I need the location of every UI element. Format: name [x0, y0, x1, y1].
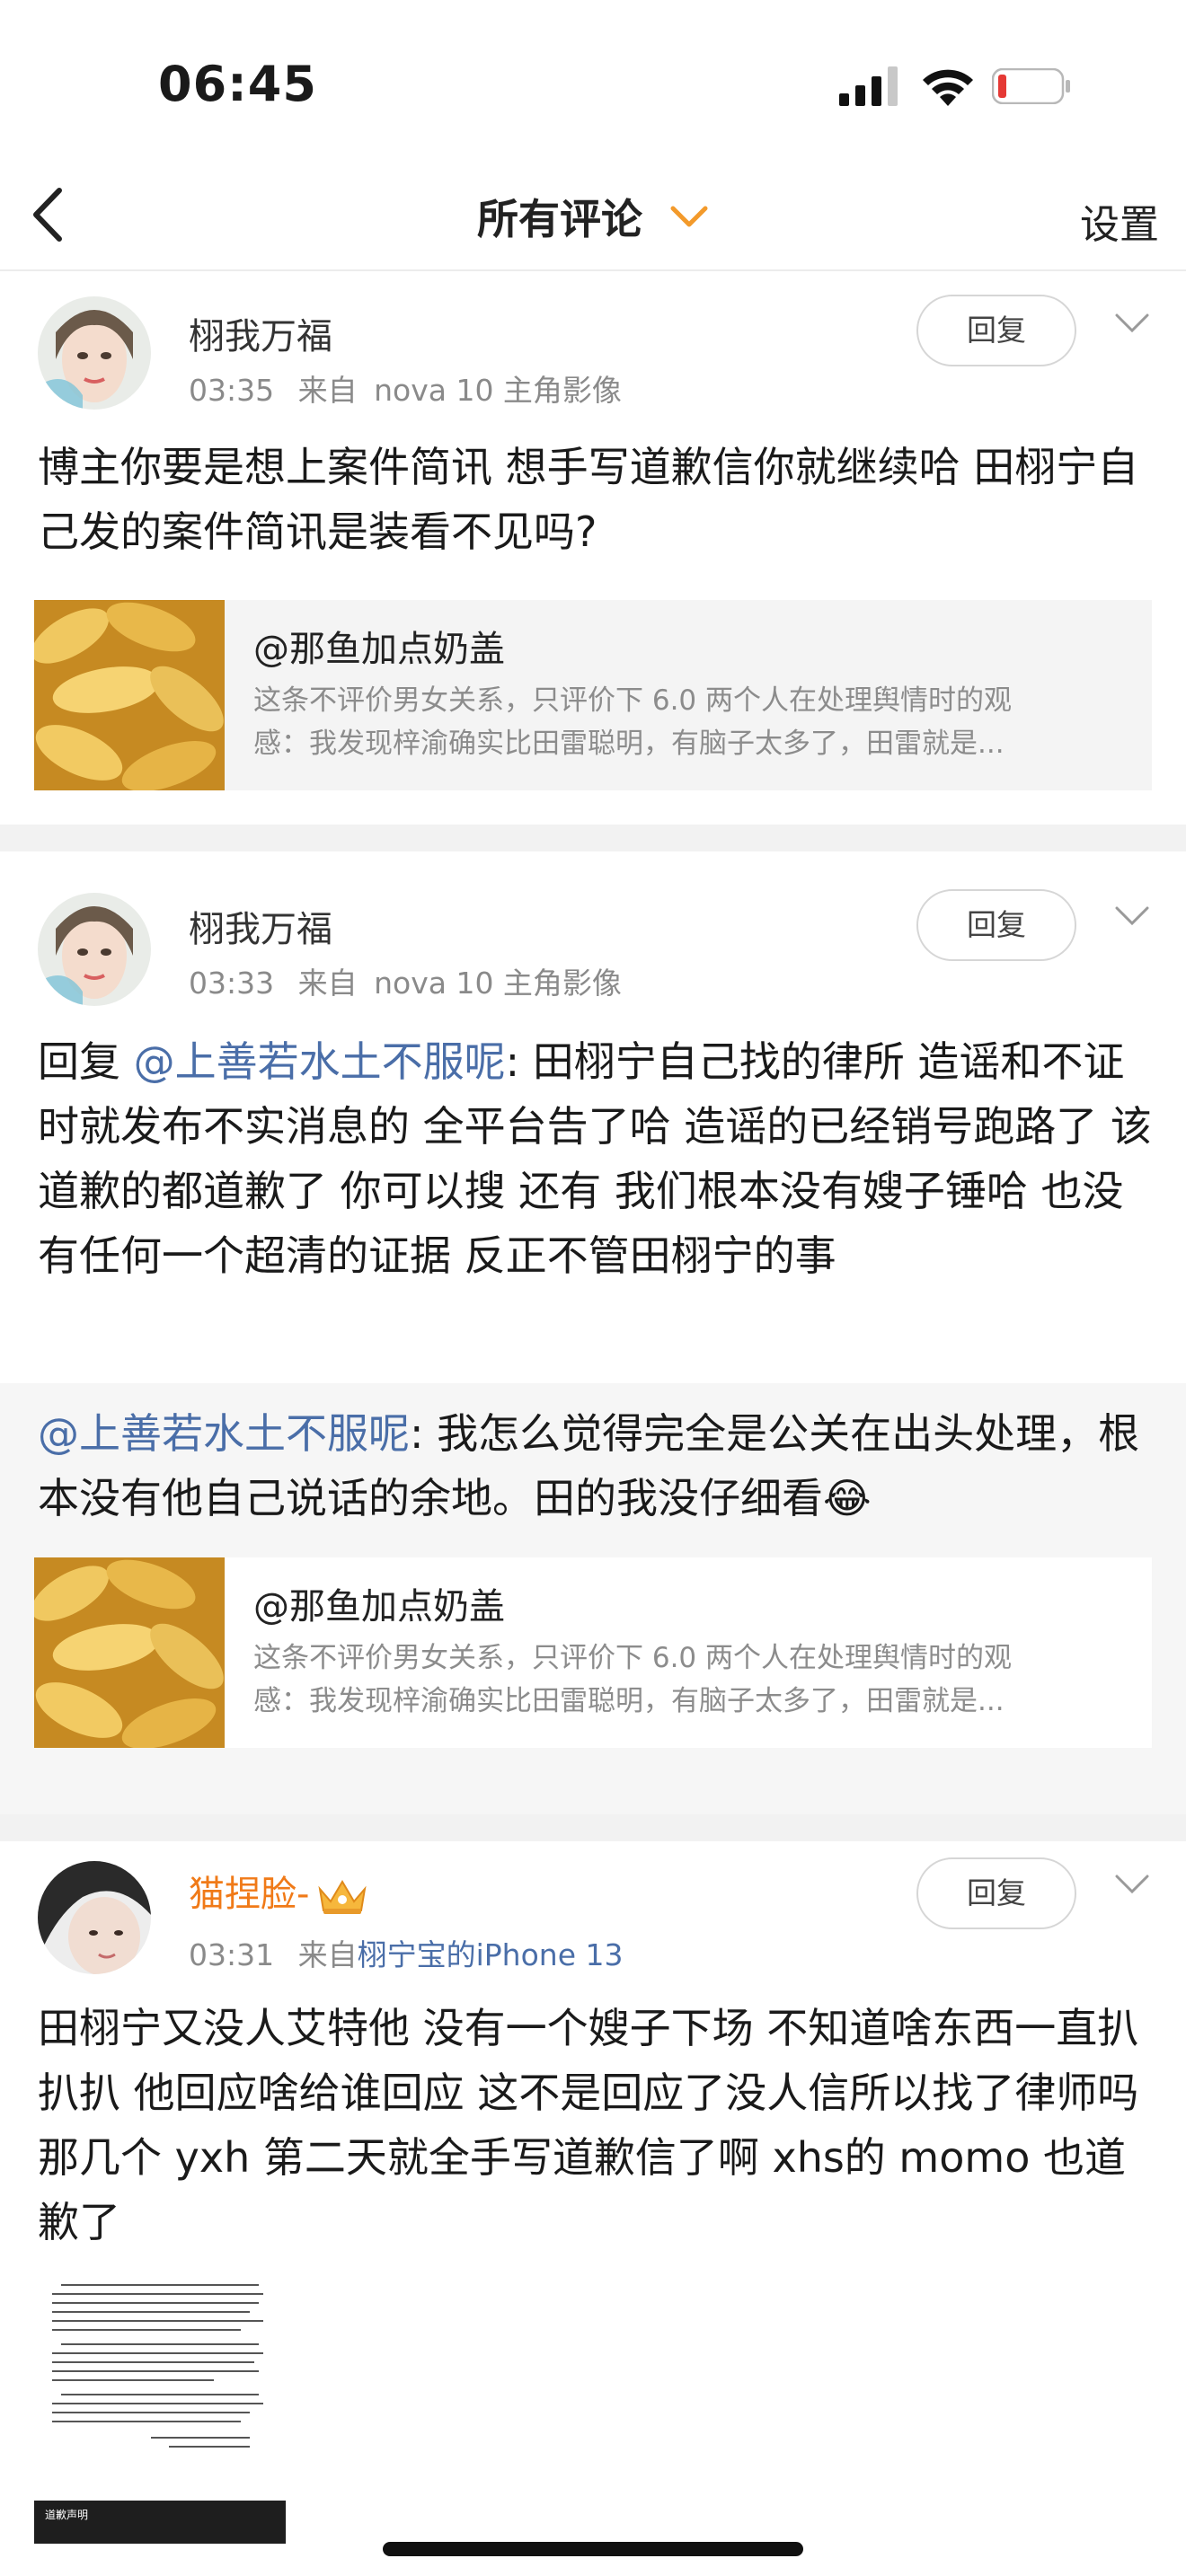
avatar[interactable]: [38, 893, 151, 1006]
chevron-down-icon[interactable]: [1114, 905, 1150, 929]
source-prefix: 来自: [297, 1937, 358, 1972]
post-thumbnail: [34, 600, 225, 790]
home-indicator: [383, 2542, 803, 2556]
comment-text: 回复 @上善若水土不服呢: 田栩宁自己找的律所 造谣和不证时就发布不实消息的 全…: [38, 1029, 1152, 1288]
original-comment[interactable]: @上善若水土不服呢: 我怎么觉得完全是公关在出头处理，根本没有他自己说话的余地。…: [0, 1383, 1186, 1814]
quoted-post-card[interactable]: @那鱼加点奶盖 这条不评价男女关系，只评价下 6.0 两个人在处理舆情时的观 感…: [34, 1557, 1152, 1748]
laughing-emoji: 😂: [823, 1474, 872, 1522]
status-time: 06:45: [158, 56, 317, 112]
settings-button[interactable]: 设置: [1080, 192, 1159, 250]
post-thumbnail: [34, 1557, 225, 1748]
reply-prefix: 回复: [38, 1037, 134, 1086]
chevron-down-icon[interactable]: [1114, 313, 1150, 336]
mention-link[interactable]: @上善若水土不服呢: [134, 1037, 506, 1086]
comment-time: 03:35: [189, 373, 275, 408]
username[interactable]: 猫捏脸-: [189, 1865, 368, 1917]
status-bar: 06:45: [0, 0, 1186, 162]
avatar[interactable]: [38, 1861, 151, 1974]
wifi-icon: [923, 69, 973, 106]
source-prefix: 来自: [297, 966, 358, 1001]
username[interactable]: 栩我万福: [189, 900, 332, 952]
mention-link[interactable]: @上善若水土不服呢: [38, 1409, 410, 1458]
chevron-down-icon: [670, 206, 708, 227]
comment-text: 田栩宁又没人艾特他 没有一个嫂子下场 不知道啥东西一直扒扒扒 他回应啥给谁回应 …: [38, 2004, 1139, 2246]
chevron-down-icon[interactable]: [1114, 1874, 1150, 1897]
comment-meta: 03:33 来自 nova 10 主角影像: [189, 959, 622, 1002]
reply-button[interactable]: 回复: [916, 889, 1076, 961]
reply-button[interactable]: 回复: [916, 1857, 1076, 1929]
comment-time: 03:33: [189, 966, 275, 1001]
crown-icon: [318, 1880, 367, 1914]
quoted-post-card[interactable]: @那鱼加点奶盖 这条不评价男女关系，只评价下 6.0 两个人在处理舆情时的观 感…: [34, 600, 1152, 790]
quoted-post-excerpt: 这条不评价男女关系，只评价下 6.0 两个人在处理舆情时的观 感：我发现梓渝确实…: [253, 1642, 1013, 1717]
source-prefix: 来自: [297, 373, 358, 408]
attached-image[interactable]: 道歉声明: [34, 2274, 286, 2544]
comment-item: 栩我万福 03:35 来自 nova 10 主角影像 回复 博主你要是想上案件简…: [0, 271, 1186, 825]
comment-time: 03:31: [189, 1937, 275, 1972]
avatar[interactable]: [38, 296, 151, 410]
quoted-post-author: @那鱼加点奶盖: [253, 1586, 505, 1628]
separator: [0, 1814, 1186, 1841]
device-source: nova 10 主角影像: [374, 966, 622, 1001]
cellular-signal-icon: [839, 66, 898, 106]
battery-low-icon: [992, 68, 1070, 104]
comment-item: 栩我万福 03:33 来自 nova 10 主角影像 回复 回复 @上善若水土不…: [0, 851, 1186, 1814]
separator: [0, 825, 1186, 851]
device-source[interactable]: 栩宁宝的iPhone 13: [358, 1937, 624, 1972]
comment-filter-dropdown[interactable]: 所有评论: [0, 187, 1186, 246]
comment-item: 猫捏脸- 03:31 来自栩宁宝的iPhone 13 回复 田栩宁又没人艾特他 …: [0, 1841, 1186, 2576]
comment-text: 博主你要是想上案件简讯 想手写道歉信你就继续哈 田栩宁自己发的案件简讯是装看不见…: [38, 443, 1139, 556]
nav-bar: 所有评论 设置: [0, 162, 1186, 271]
image-caption: 道歉声明: [45, 2509, 88, 2521]
comment-meta: 03:31 来自栩宁宝的iPhone 13: [189, 1931, 623, 1974]
quoted-post-author: @那鱼加点奶盖: [253, 629, 505, 670]
username[interactable]: 栩我万福: [189, 307, 332, 359]
quoted-post-excerpt: 这条不评价男女关系，只评价下 6.0 两个人在处理舆情时的观 感：我发现梓渝确实…: [253, 684, 1013, 760]
comment-meta: 03:35 来自 nova 10 主角影像: [189, 366, 622, 410]
device-source: nova 10 主角影像: [374, 373, 622, 408]
reply-button[interactable]: 回复: [916, 295, 1076, 366]
page-title: 所有评论: [476, 195, 642, 243]
